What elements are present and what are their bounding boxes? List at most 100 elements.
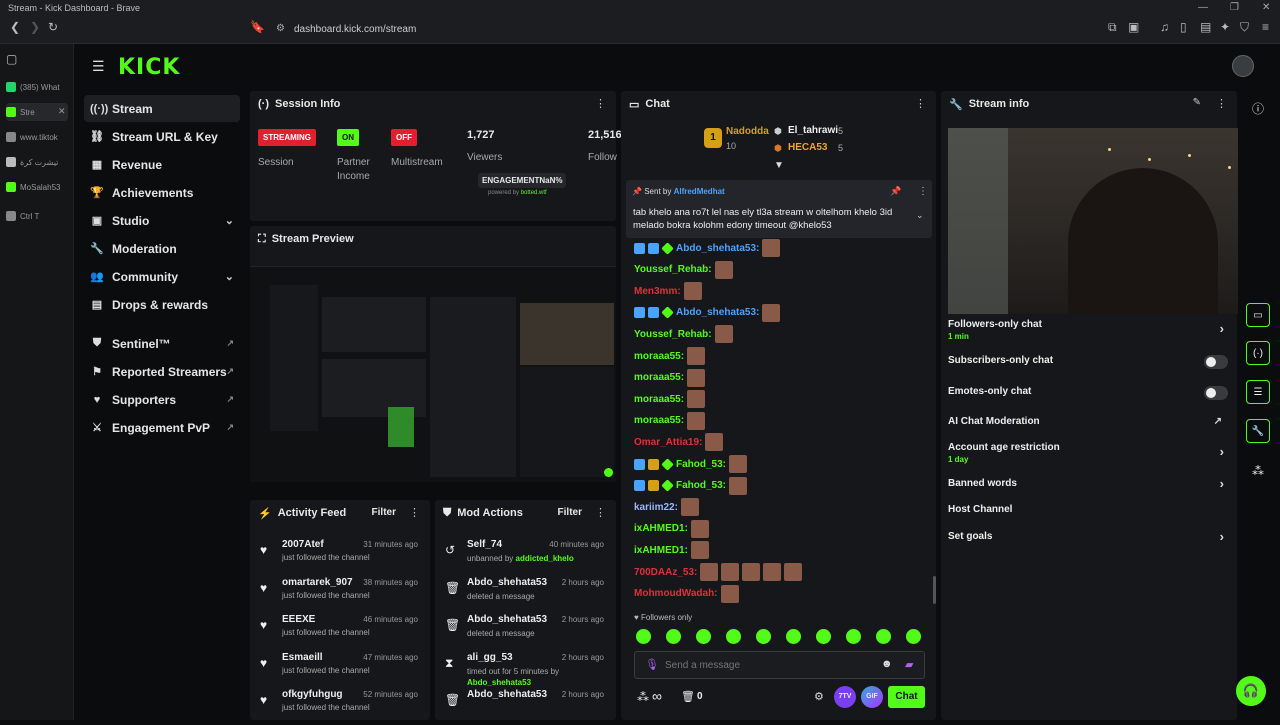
emote-icon[interactable] xyxy=(696,629,711,644)
emoji-picker-icon[interactable]: ☻ xyxy=(881,658,893,670)
chevron-down-icon[interactable]: ⌄ xyxy=(225,214,234,227)
emote-icon[interactable] xyxy=(906,629,921,644)
toggle-switch[interactable] xyxy=(1204,355,1228,369)
activity-item[interactable]: ♥ Esmaeill just followed the channel 47 min… xyxy=(258,652,422,688)
activity-item[interactable]: ♥ omartarek_907 just followed the channel 3… xyxy=(258,577,422,613)
chat-username[interactable]: moraaa55: xyxy=(634,351,684,362)
setting-banned-words[interactable]: Banned words › xyxy=(948,476,1228,494)
chat-username[interactable]: moraaa55: xyxy=(634,372,684,383)
chat-settings-icon[interactable]: ⚙ xyxy=(814,690,824,703)
kebab-menu-icon[interactable]: ⋮ xyxy=(915,97,926,110)
forward-icon[interactable]: ❯ xyxy=(30,20,40,34)
back-icon[interactable]: ❮ xyxy=(10,20,20,34)
activity-username[interactable]: EEEXE xyxy=(282,614,315,625)
vpn-icon[interactable]: ⛉ xyxy=(1240,20,1249,35)
activity-filter-button[interactable]: Filter xyxy=(372,507,396,518)
chat-message[interactable]: Fahod_53: xyxy=(634,454,748,474)
nav-stream-url-key[interactable]: ⛓ Stream URL & Key xyxy=(84,123,240,150)
nav-revenue[interactable]: ▦ Revenue xyxy=(84,151,240,178)
emote-icon[interactable] xyxy=(726,629,741,644)
leader-2-name[interactable]: El_tahrawi xyxy=(788,125,838,136)
twitch-emote-icon[interactable]: ▰ xyxy=(905,658,913,671)
sidebar-toggle-icon[interactable]: ▯ xyxy=(1180,20,1187,34)
chat-message[interactable]: moraaa55: xyxy=(634,389,706,409)
toggle-switch[interactable] xyxy=(1204,386,1228,400)
mod-target-username[interactable]: Abdo_shehata53 xyxy=(467,577,547,588)
extensions-icon[interactable]: ⧉ xyxy=(1108,20,1117,35)
leader-3-name[interactable]: HECA53 xyxy=(788,142,827,153)
nav-supporters[interactable]: ♥ Supporters ↗ xyxy=(84,386,240,413)
moderator-name[interactable]: Abdo_shehata53 xyxy=(467,678,531,687)
stream-preview-video[interactable] xyxy=(250,266,616,482)
chat-username[interactable]: MohmoudWadah: xyxy=(634,588,718,599)
chat-username[interactable]: ixAHMED1: xyxy=(634,545,688,556)
nav-achievements[interactable]: 🏆 Achievements xyxy=(84,179,240,206)
kebab-menu-icon[interactable]: ⋮ xyxy=(1216,97,1227,110)
leader-1-name[interactable]: Nadodda xyxy=(726,126,769,137)
chat-username[interactable]: kariim22: xyxy=(634,502,678,513)
chat-username[interactable]: Fahod_53: xyxy=(676,480,726,491)
chat-message[interactable]: 700DAAz_53: xyxy=(634,562,803,582)
emote-icon[interactable] xyxy=(876,629,891,644)
hamburger-menu-icon[interactable]: ☰ xyxy=(92,58,105,75)
nav-engagement-pvp[interactable]: ⚔ Engagement PvP ↗ xyxy=(84,414,240,441)
emote-icon[interactable] xyxy=(786,629,801,644)
mod-target-username[interactable]: Abdo_shehata53 xyxy=(467,689,547,700)
support-headset-icon[interactable]: 🎧 xyxy=(1236,676,1266,706)
chevron-right-icon[interactable]: › xyxy=(1220,444,1224,459)
screenshot-icon[interactable]: ▣ xyxy=(1128,20,1139,34)
site-info-icon[interactable]: ⚙ xyxy=(276,23,285,34)
chat-username[interactable]: moraaa55: xyxy=(634,415,684,426)
kebab-menu-icon[interactable]: ⋮ xyxy=(595,97,606,110)
chat-message[interactable]: ixAHMED1: xyxy=(634,519,709,539)
chat-username[interactable]: Youssef_Rehab: xyxy=(634,264,712,275)
activity-item[interactable]: ♥ 2007Atef just followed the channel 31 min… xyxy=(258,539,422,575)
kebab-menu-icon[interactable]: ⋮ xyxy=(595,506,606,519)
chevron-right-icon[interactable]: › xyxy=(1220,529,1224,544)
chat-username[interactable]: Abdo_shehata53: xyxy=(676,243,759,254)
emote-icon[interactable] xyxy=(666,629,681,644)
browser-tab[interactable]: (385) What xyxy=(6,78,60,96)
browser-tab[interactable]: Stre ✕ xyxy=(6,103,68,121)
kebab-menu-icon[interactable]: ⋮ xyxy=(918,186,928,197)
close-tab-icon[interactable]: ✕ xyxy=(58,106,66,117)
chat-message[interactable]: Men3mm: xyxy=(634,281,702,301)
url-text[interactable]: dashboard.kick.com/stream xyxy=(294,24,416,35)
chat-message[interactable]: Abdo_shehata53: xyxy=(634,303,781,323)
send-chat-button[interactable]: Chat xyxy=(888,686,925,708)
apps-icon[interactable]: ⁂ xyxy=(1252,464,1264,478)
chat-username[interactable]: Youssef_Rehab: xyxy=(634,329,712,340)
chat-message[interactable]: MohmoudWadah: xyxy=(634,584,739,604)
expand-chevron-icon[interactable]: ⌄ xyxy=(916,210,924,221)
close-window-icon[interactable]: ✕ xyxy=(1262,2,1270,13)
chat-username[interactable]: 700DAAz_53: xyxy=(634,567,697,578)
leo-icon[interactable]: ✦ xyxy=(1220,20,1230,34)
mod-filter-button[interactable]: Filter xyxy=(558,507,582,518)
rail-button-layout[interactable]: ☰ xyxy=(1246,380,1270,404)
chat-username[interactable]: moraaa55: xyxy=(634,394,684,405)
chat-message[interactable]: ixAHMED1: xyxy=(634,540,709,560)
chat-username[interactable]: Omar_Attia19: xyxy=(634,437,702,448)
rail-button-broadcast[interactable]: (·) xyxy=(1246,341,1270,365)
gift-icon[interactable]: 🗑 xyxy=(681,690,695,703)
7tv-button[interactable]: 7TV xyxy=(834,686,856,708)
unpin-icon[interactable]: 📌 xyxy=(890,186,901,197)
emote-bar[interactable] xyxy=(636,629,926,645)
pinned-message[interactable]: 📌 Sent by AlfredMedhat 📌 ⋮ tab khelo ana… xyxy=(626,180,932,238)
kick-logo[interactable]: KICK xyxy=(118,55,180,80)
mod-action-item[interactable]: 🗑 Abdo_shehata53 deleted a message 2 hours … xyxy=(443,577,608,613)
browser-tab[interactable]: www.tiktok xyxy=(6,128,58,146)
chat-message[interactable]: moraaa55: xyxy=(634,411,706,431)
chat-username[interactable]: Men3mm: xyxy=(634,286,681,297)
chevron-right-icon[interactable]: › xyxy=(1220,321,1224,336)
nav-sentinel[interactable]: ⛊ Sentinel™ ↗ xyxy=(84,330,240,357)
chat-scrollbar[interactable] xyxy=(933,576,936,604)
chat-username[interactable]: Abdo_shehata53: xyxy=(676,307,759,318)
chat-message[interactable]: kariim22: xyxy=(634,497,699,517)
rail-button-record[interactable]: ▭ xyxy=(1246,303,1270,327)
mod-target-username[interactable]: ali_gg_53 xyxy=(467,652,513,663)
setting-ai-chat-moderation[interactable]: AI Chat Moderation ↗ xyxy=(948,416,1228,432)
chat-message[interactable]: Youssef_Rehab: xyxy=(634,324,733,344)
browser-tab[interactable]: MoSalah53 xyxy=(6,178,60,196)
mod-target-username[interactable]: Abdo_shehata53 xyxy=(467,614,547,625)
